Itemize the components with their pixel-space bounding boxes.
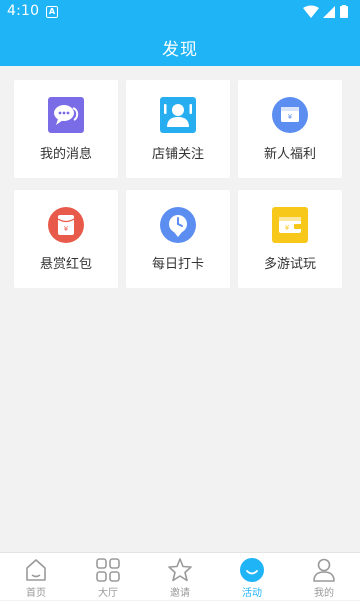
page-title: 发现 bbox=[162, 40, 198, 60]
red-envelope-icon: ¥ bbox=[48, 207, 84, 243]
tab-hall[interactable]: 大厅 bbox=[72, 553, 144, 601]
wallet-icon: ¥ bbox=[272, 207, 308, 243]
tab-home[interactable]: 首页 bbox=[0, 553, 72, 601]
card-my-messages[interactable]: 我的消息 bbox=[14, 80, 118, 178]
card-daily-checkin[interactable]: 每日打卡 bbox=[126, 190, 230, 288]
smile-icon bbox=[240, 558, 264, 582]
svg-text:¥: ¥ bbox=[285, 224, 290, 232]
star-icon bbox=[168, 558, 192, 582]
grid-icon bbox=[96, 558, 120, 582]
tab-label: 邀请 bbox=[170, 588, 190, 599]
top-header: 4:10 A 发现 bbox=[0, 0, 360, 66]
card-shop-follow[interactable]: 店铺关注 bbox=[126, 80, 230, 178]
card-label: 悬赏红包 bbox=[39, 257, 92, 272]
person-icon bbox=[160, 97, 196, 133]
tab-invite[interactable]: 邀请 bbox=[144, 553, 216, 601]
card-label: 多游试玩 bbox=[263, 257, 316, 272]
svg-text:¥: ¥ bbox=[64, 225, 69, 233]
svg-text:¥: ¥ bbox=[288, 113, 293, 121]
tab-mine[interactable]: 我的 bbox=[288, 553, 360, 601]
user-icon bbox=[313, 558, 335, 582]
home-icon bbox=[26, 559, 46, 581]
card-label: 每日打卡 bbox=[151, 257, 204, 272]
chat-bubbles-icon bbox=[48, 97, 84, 133]
notification-badge-icon: A bbox=[46, 6, 58, 18]
card-label: 店铺关注 bbox=[151, 147, 204, 162]
wifi-icon bbox=[303, 5, 319, 18]
tab-label: 首页 bbox=[26, 588, 46, 599]
bottom-tab-bar: 首页 大厅 邀请 活动 我的 bbox=[0, 552, 360, 600]
tab-label: 我的 bbox=[314, 588, 334, 599]
tab-activity[interactable]: 活动 bbox=[216, 553, 288, 601]
card-newbie-benefits[interactable]: ¥ 新人福利 bbox=[238, 80, 342, 178]
cell-signal-icon bbox=[323, 6, 335, 18]
tab-label: 大厅 bbox=[98, 588, 118, 599]
clock-icon bbox=[160, 207, 196, 243]
card-label: 我的消息 bbox=[39, 147, 92, 162]
card-multi-game-trial[interactable]: ¥ 多游试玩 bbox=[238, 190, 342, 288]
gift-card-icon: ¥ bbox=[272, 97, 308, 133]
status-bar: 4:10 A bbox=[0, 0, 360, 24]
signal-battery-icons bbox=[303, 5, 348, 18]
status-time: 4:10 bbox=[7, 3, 40, 19]
tab-label: 活动 bbox=[242, 588, 262, 599]
battery-icon bbox=[340, 6, 348, 18]
card-label: 新人福利 bbox=[263, 147, 316, 162]
card-bounty-red-packet[interactable]: ¥ 悬赏红包 bbox=[14, 190, 118, 288]
